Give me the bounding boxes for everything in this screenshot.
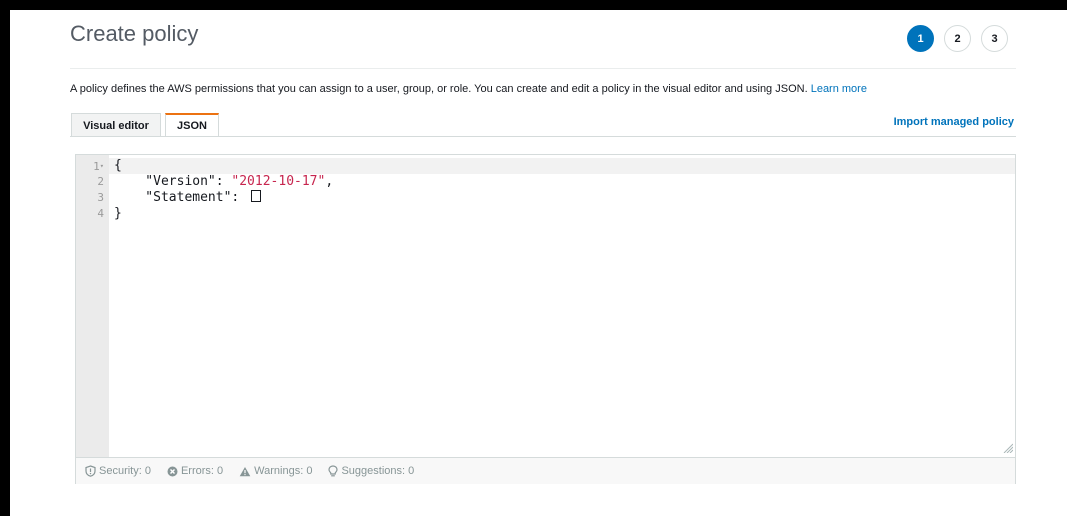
- tabs-divider: [70, 136, 1016, 137]
- step-1[interactable]: 1: [907, 25, 934, 52]
- import-managed-policy-link[interactable]: Import managed policy: [894, 116, 1014, 128]
- active-line-highlight: [109, 158, 1015, 174]
- step-indicator: 1 2 3: [907, 25, 1008, 52]
- code-line-4[interactable]: }: [114, 206, 122, 222]
- comma: ,: [325, 174, 334, 189]
- line-number-2: 2: [97, 175, 104, 188]
- version-key: "Version":: [114, 174, 232, 189]
- lightbulb-icon: [328, 465, 339, 477]
- empty-array-bracket-icon: [251, 190, 262, 202]
- tab-visual-editor[interactable]: Visual editor: [71, 113, 161, 137]
- create-policy-page: Create policy 1 2 3 A policy defines the…: [10, 10, 1067, 516]
- warnings-label: Warnings: 0: [254, 465, 313, 477]
- json-editor[interactable]: 1▾ 2 3 4 { "Version": "2012-10-17", "Sta…: [75, 154, 1016, 484]
- errors-label: Errors: 0: [180, 465, 224, 477]
- line-number-1: 1▾: [93, 160, 104, 173]
- validation-status-bar: Security: 0 Errors: 0 Warnings: 0 Sugges…: [76, 457, 1015, 484]
- status-security[interactable]: Security: 0: [85, 465, 151, 477]
- shield-icon: [85, 465, 96, 477]
- statement-key: "Statement":: [114, 190, 248, 205]
- step-3[interactable]: 3: [981, 25, 1008, 52]
- policy-description: A policy defines the AWS permissions tha…: [70, 83, 867, 95]
- status-warnings[interactable]: Warnings: 0: [239, 465, 312, 477]
- description-text: A policy defines the AWS permissions tha…: [70, 83, 808, 95]
- warning-icon: [239, 466, 251, 476]
- line-number-3: 3: [97, 191, 104, 204]
- tab-json[interactable]: JSON: [165, 113, 219, 137]
- security-label: Security: 0: [99, 465, 151, 477]
- status-errors[interactable]: Errors: 0: [167, 465, 223, 477]
- suggestions-label: Suggestions: 0: [341, 465, 415, 477]
- error-icon: [167, 466, 178, 476]
- resize-handle-icon[interactable]: [1003, 443, 1013, 453]
- code-line-3[interactable]: "Statement":: [114, 190, 262, 206]
- step-2[interactable]: 2: [944, 25, 971, 52]
- version-value: "2012-10-17": [231, 174, 326, 189]
- line-number-4: 4: [97, 207, 104, 220]
- learn-more-link[interactable]: Learn more: [811, 83, 867, 95]
- fold-toggle-icon[interactable]: ▾: [100, 162, 104, 170]
- line-number-gutter: 1▾ 2 3 4: [76, 155, 109, 457]
- header-divider: [70, 68, 1016, 69]
- code-line-1[interactable]: {: [114, 158, 122, 174]
- status-suggestions[interactable]: Suggestions: 0: [328, 465, 414, 477]
- page-title: Create policy: [70, 21, 199, 46]
- code-line-2[interactable]: "Version": "2012-10-17",: [114, 174, 333, 190]
